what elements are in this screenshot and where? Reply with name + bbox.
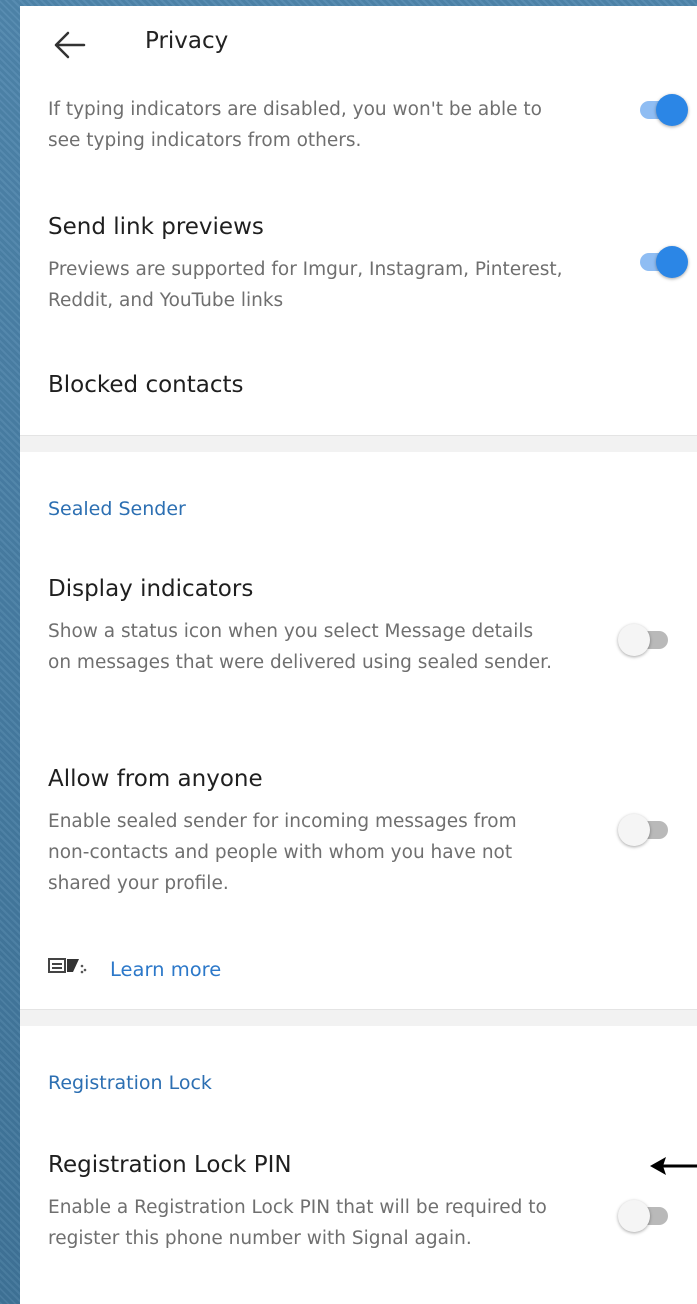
typing-indicators-description: If typing indicators are disabled, you w… <box>48 99 542 151</box>
learn-more-link[interactable]: Learn more <box>110 958 221 981</box>
section-divider <box>20 1009 697 1026</box>
annotation-arrow-icon <box>648 1154 697 1178</box>
link-previews-title: Send link previews <box>48 214 264 240</box>
allow-from-anyone-description: Enable sealed sender for incoming messag… <box>48 811 517 894</box>
display-indicators-title: Display indicators <box>48 576 254 602</box>
display-indicators-setting[interactable]: Display indicators Show a status icon wh… <box>20 566 697 716</box>
link-previews-description: Previews are supported for Imgur, Instag… <box>48 259 563 311</box>
allow-from-anyone-title: Allow from anyone <box>48 766 263 792</box>
blocked-contacts-title: Blocked contacts <box>48 372 244 398</box>
registration-lock-section-header: Registration Lock <box>48 1072 212 1094</box>
link-previews-setting[interactable]: Send link previews Previews are supporte… <box>20 206 697 326</box>
registration-lock-pin-setting[interactable]: Registration Lock PIN Enable a Registrat… <box>20 1142 697 1292</box>
privacy-settings-screen: Privacy If typing indicators are disable… <box>20 6 697 1304</box>
typing-indicators-setting[interactable]: If typing indicators are disabled, you w… <box>20 84 697 174</box>
display-indicators-description: Show a status icon when you select Messa… <box>48 621 552 673</box>
link-previews-toggle[interactable] <box>632 246 688 278</box>
page-title: Privacy <box>145 28 229 54</box>
app-bar: Privacy <box>20 6 697 84</box>
blocked-contacts-item[interactable]: Blocked contacts <box>20 358 697 428</box>
sealed-sender-icon <box>48 956 88 976</box>
registration-lock-pin-description: Enable a Registration Lock PIN that will… <box>48 1197 547 1249</box>
toggle-thumb <box>656 246 688 278</box>
learn-more-row[interactable]: Learn more <box>20 950 697 990</box>
display-indicators-toggle[interactable] <box>618 624 674 656</box>
sealed-sender-section-header: Sealed Sender <box>48 498 186 520</box>
typing-indicators-toggle[interactable] <box>632 94 688 126</box>
toggle-thumb <box>618 814 650 846</box>
toggle-thumb <box>618 1200 650 1232</box>
toggle-thumb <box>618 624 650 656</box>
registration-lock-pin-title: Registration Lock PIN <box>48 1152 292 1178</box>
toggle-thumb <box>656 94 688 126</box>
allow-from-anyone-setting[interactable]: Allow from anyone Enable sealed sender f… <box>20 756 697 906</box>
back-arrow-icon[interactable] <box>50 28 90 62</box>
registration-lock-pin-toggle[interactable] <box>618 1200 674 1232</box>
section-divider <box>20 435 697 452</box>
allow-from-anyone-toggle[interactable] <box>618 814 674 846</box>
